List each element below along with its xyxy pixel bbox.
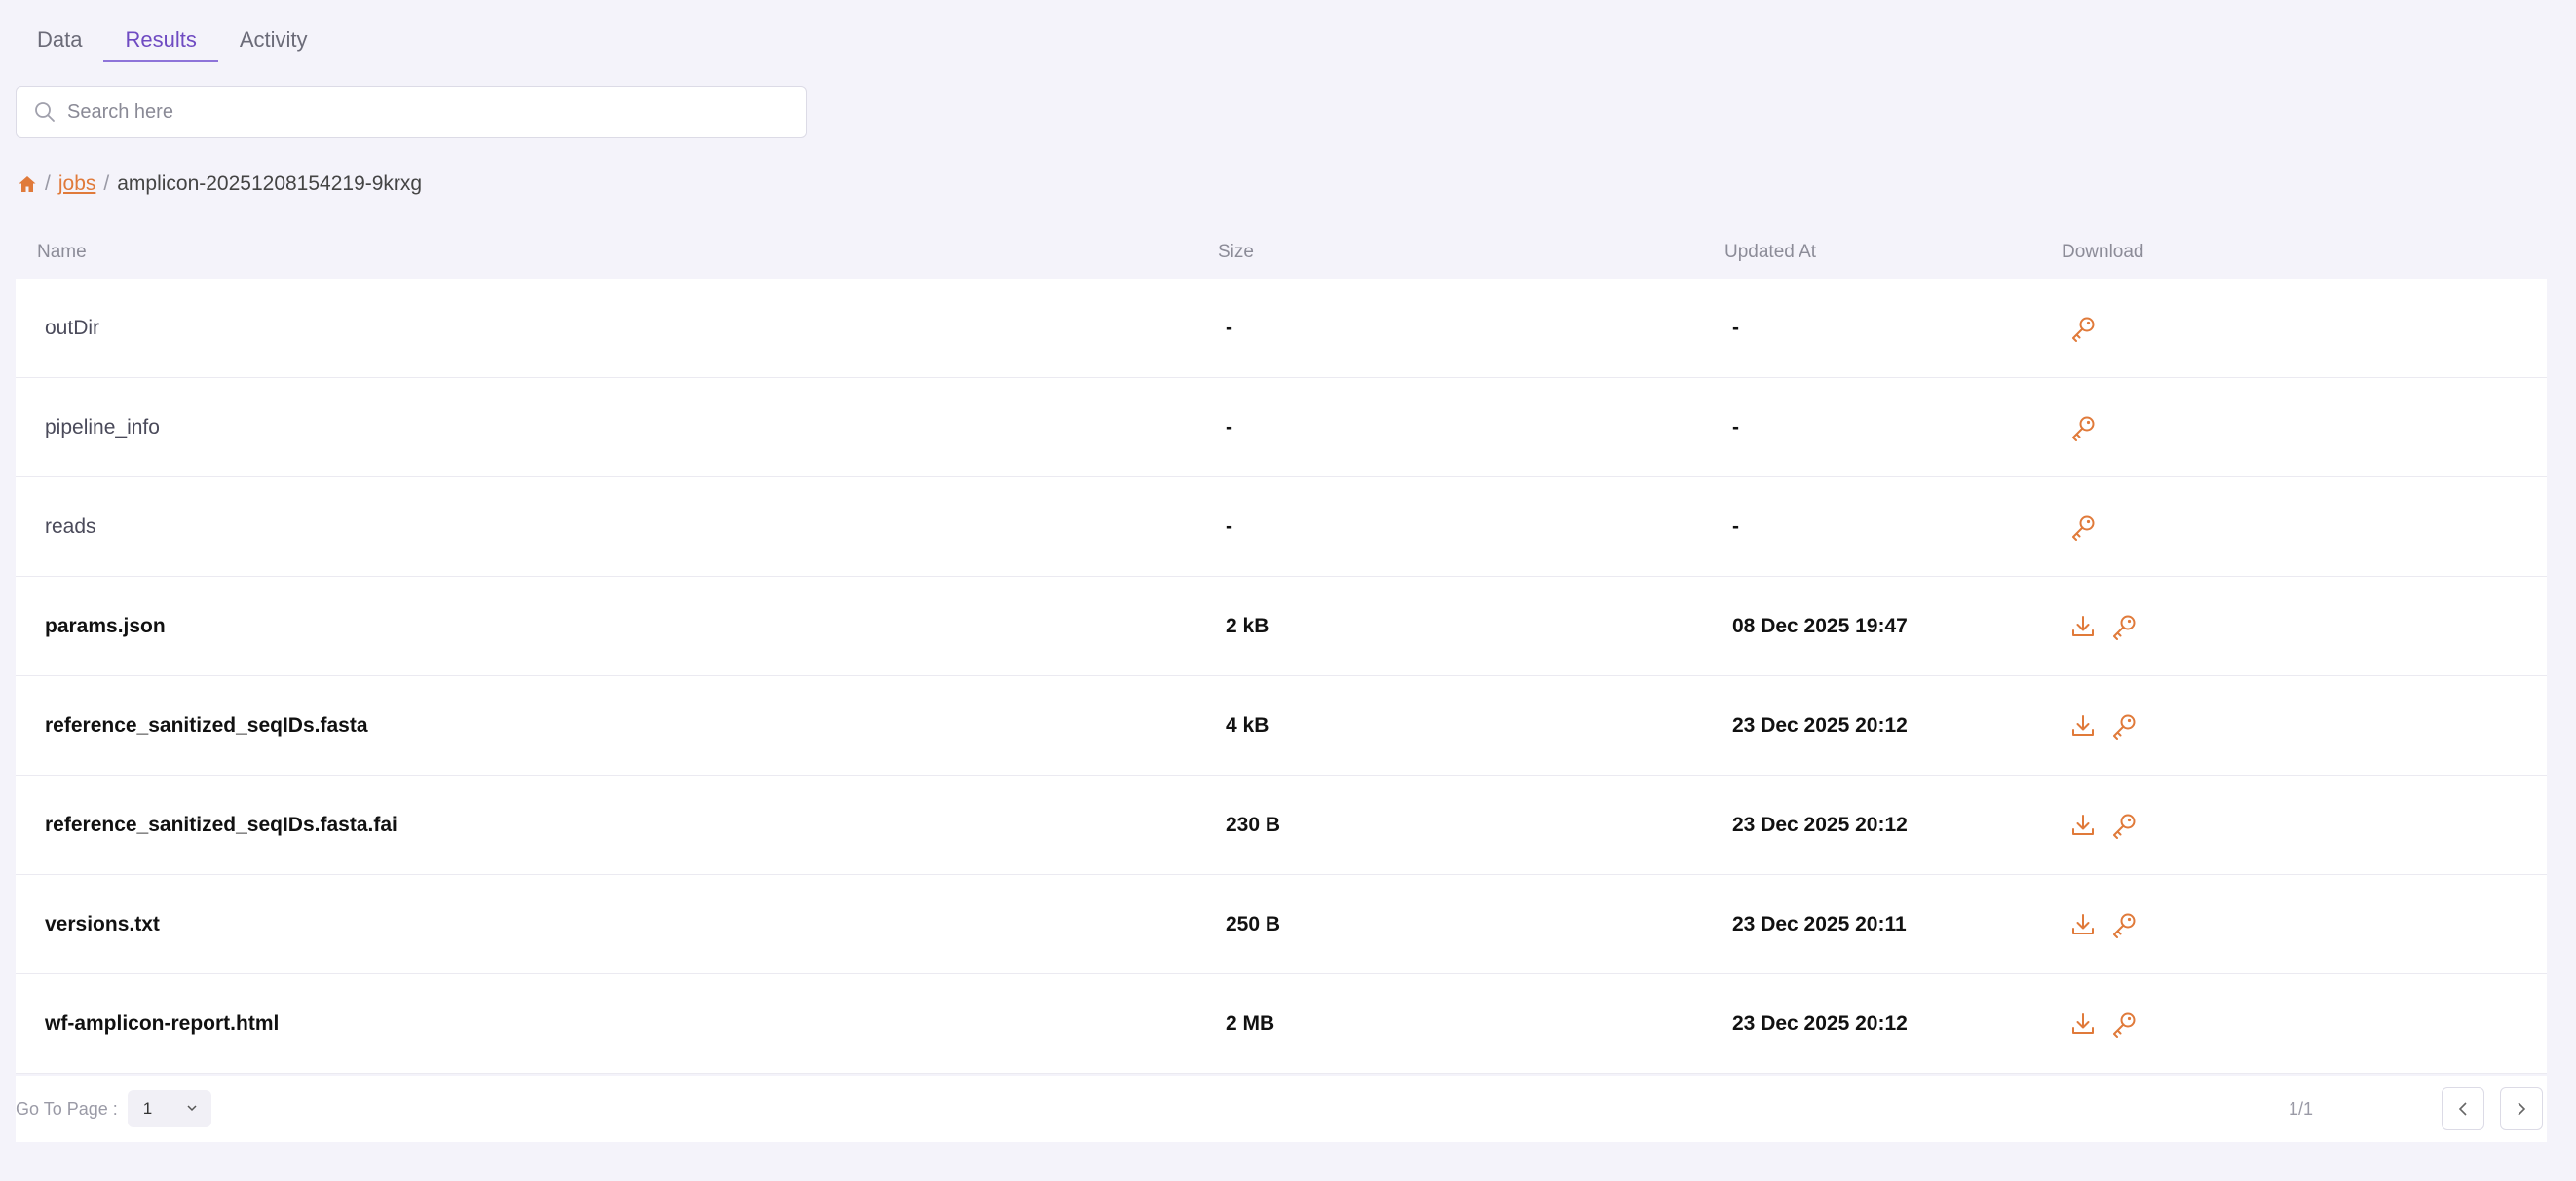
size-cell: 250 B — [1226, 912, 1281, 935]
file-name: params.json — [45, 614, 166, 637]
updated-cell: 08 Dec 2025 19:47 — [1732, 614, 1908, 637]
search-input[interactable] — [67, 100, 788, 124]
breadcrumb: / jobs / amplicon-20251208154219-9krxg — [18, 170, 422, 199]
download-cell — [2040, 1010, 2547, 1038]
goto-page-label: Go To Page : — [16, 1098, 118, 1119]
prev-page-button[interactable] — [2442, 1087, 2484, 1130]
page-select-value: 1 — [142, 1099, 153, 1118]
breadcrumb-current: amplicon-20251208154219-9krxg — [117, 172, 423, 195]
updated-cell: 23 Dec 2025 20:12 — [1732, 813, 1908, 836]
size-cell: - — [1226, 415, 1232, 438]
file-name: wf-amplicon-report.html — [45, 1011, 280, 1035]
download-icon[interactable] — [2069, 1010, 2097, 1038]
download-icon[interactable] — [2069, 812, 2097, 839]
updated-cell: - — [1732, 514, 1739, 538]
size-cell: 230 B — [1226, 813, 1281, 836]
download-cell — [2040, 315, 2547, 342]
updated-cell: - — [1732, 316, 1739, 339]
download-cell — [2040, 414, 2547, 441]
breadcrumb-separator: / — [45, 172, 51, 195]
table-row[interactable]: versions.txt 250 B 23 Dec 2025 20:11 — [16, 875, 2547, 974]
next-page-button[interactable] — [2500, 1087, 2543, 1130]
chevron-left-icon — [2458, 1102, 2467, 1116]
search-box — [16, 86, 807, 138]
file-name: reference_sanitized_seqIDs.fasta.fai — [45, 813, 398, 836]
download-cell — [2040, 812, 2547, 839]
table-row[interactable]: params.json 2 kB 08 Dec 2025 19:47 — [16, 577, 2547, 676]
key-icon[interactable] — [2110, 1010, 2138, 1038]
chevron-down-icon — [187, 1105, 197, 1112]
download-icon[interactable] — [2069, 712, 2097, 740]
folder-name[interactable]: outDir — [16, 317, 1196, 340]
home-icon[interactable] — [18, 174, 37, 194]
file-name: reference_sanitized_seqIDs.fasta — [45, 713, 368, 737]
table-row[interactable]: outDir - - — [16, 279, 2547, 378]
table-row[interactable]: reference_sanitized_seqIDs.fasta 4 kB 23 D… — [16, 676, 2547, 776]
page-count: 1/1 — [2288, 1098, 2313, 1119]
tab-results[interactable]: Results — [103, 14, 218, 62]
breadcrumb-link-jobs[interactable]: jobs — [58, 172, 96, 196]
tab-data[interactable]: Data — [16, 14, 103, 62]
download-cell — [2040, 613, 2547, 640]
size-cell: 2 kB — [1226, 614, 1269, 637]
download-icon[interactable] — [2069, 613, 2097, 640]
pagination-footer: Go To Page : 1 1/1 — [16, 1076, 2547, 1142]
page-select[interactable]: 1 — [127, 1090, 211, 1127]
updated-cell: 23 Dec 2025 20:12 — [1732, 1011, 1908, 1035]
table-row[interactable]: reads - - — [16, 477, 2547, 577]
table-header: Name Size Updated At Download — [16, 226, 2547, 279]
download-cell — [2040, 712, 2547, 740]
header-updated: Updated At — [1724, 242, 1817, 262]
size-cell: - — [1226, 316, 1232, 339]
updated-cell: 23 Dec 2025 20:11 — [1732, 912, 1907, 935]
updated-cell: - — [1732, 415, 1739, 438]
download-cell — [2040, 911, 2547, 938]
key-icon[interactable] — [2110, 812, 2138, 839]
key-icon[interactable] — [2069, 414, 2097, 441]
tab-bar: Data Results Activity — [16, 14, 329, 62]
table-row[interactable]: wf-amplicon-report.html 2 MB 23 Dec 2025 2… — [16, 974, 2547, 1074]
folder-name[interactable]: pipeline_info — [16, 416, 1196, 439]
key-icon[interactable] — [2069, 514, 2097, 541]
download-cell — [2040, 514, 2547, 541]
search-icon — [35, 102, 55, 122]
table-row[interactable]: reference_sanitized_seqIDs.fasta.fai 230 … — [16, 776, 2547, 875]
breadcrumb-separator: / — [103, 172, 110, 195]
key-icon[interactable] — [2110, 712, 2138, 740]
key-icon[interactable] — [2110, 911, 2138, 938]
download-icon[interactable] — [2069, 911, 2097, 938]
size-cell: 2 MB — [1226, 1011, 1275, 1035]
table-body: outDir - - pipeline_info - - reads - - params.jso… — [16, 279, 2547, 1074]
header-name: Name — [37, 242, 87, 262]
tab-activity[interactable]: Activity — [218, 14, 329, 62]
header-size: Size — [1218, 242, 1254, 262]
folder-name[interactable]: reads — [16, 515, 1196, 539]
key-icon[interactable] — [2069, 315, 2097, 342]
updated-cell: 23 Dec 2025 20:12 — [1732, 713, 1908, 737]
header-download: Download — [2062, 242, 2144, 262]
file-name: versions.txt — [45, 912, 160, 935]
table-row[interactable]: pipeline_info - - — [16, 378, 2547, 477]
results-table: Name Size Updated At Download outDir - - pi… — [16, 226, 2547, 1074]
key-icon[interactable] — [2110, 613, 2138, 640]
size-cell: 4 kB — [1226, 713, 1269, 737]
size-cell: - — [1226, 514, 1232, 538]
chevron-right-icon — [2518, 1102, 2526, 1116]
